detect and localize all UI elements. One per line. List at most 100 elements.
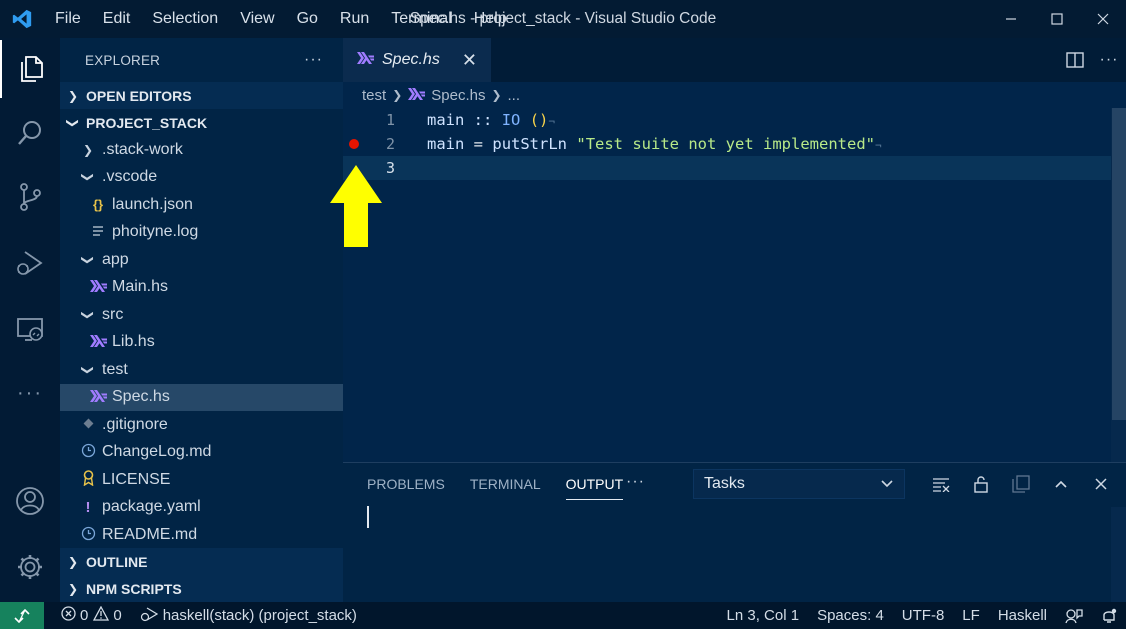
panel-more-icon[interactable]: ··· <box>626 473 645 491</box>
project-section[interactable]: ❯ PROJECT_STACK <box>60 109 343 136</box>
indentation[interactable]: Spaces: 4 <box>817 607 884 624</box>
end-of-line[interactable]: LF <box>962 607 980 624</box>
close-window-button[interactable] <box>1080 0 1126 38</box>
tree-item[interactable]: ❯ app <box>60 246 343 274</box>
tab-terminal[interactable]: TERMINAL <box>470 476 541 492</box>
explorer-more-actions-icon[interactable]: ··· <box>304 51 323 69</box>
npm-scripts-section[interactable]: ❯ NPM SCRIPTS <box>60 575 343 602</box>
outline-section[interactable]: ❯ OUTLINE <box>60 548 343 575</box>
tree-item-label: .gitignore <box>102 415 168 433</box>
clear-output-icon[interactable] <box>921 476 961 492</box>
debug-config-status[interactable]: haskell(stack) (project_stack) <box>140 606 357 626</box>
breadcrumb-more[interactable]: ... <box>508 87 521 104</box>
breadcrumb-folder[interactable]: test <box>362 87 386 104</box>
tree-item[interactable]: ChangeLog.md <box>60 439 343 467</box>
code-token: putStrLn <box>492 135 568 153</box>
breakpoint-icon[interactable] <box>349 139 359 149</box>
tree-item[interactable]: README.md <box>60 521 343 549</box>
chevron-right-icon: ❯ <box>82 142 94 157</box>
encoding[interactable]: UTF-8 <box>902 607 945 624</box>
open-log-icon[interactable] <box>1001 475 1041 493</box>
scrollbar-thumb[interactable] <box>1112 108 1126 420</box>
editor-actions: ··· <box>1058 38 1126 82</box>
menu-run[interactable]: Run <box>329 0 380 38</box>
menu-edit[interactable]: Edit <box>92 0 142 38</box>
split-editor-icon[interactable] <box>1058 52 1092 68</box>
tree-item[interactable]: ❯ .vscode <box>60 164 343 192</box>
remote-indicator-icon[interactable] <box>0 602 44 629</box>
run-debug-icon[interactable] <box>0 234 60 292</box>
editor-tabs: Spec.hs ✕ ··· <box>343 38 1126 82</box>
open-editors-section[interactable]: ❯ OPEN EDITORS <box>60 82 343 109</box>
menu-go[interactable]: Go <box>286 0 329 38</box>
output-channel-select[interactable]: Tasks <box>693 469 905 499</box>
tree-item[interactable]: ! package.yaml <box>60 494 343 522</box>
haskell-icon <box>90 389 107 405</box>
code-editor[interactable]: 1 main :: IO ()¬ 2 main = putStrLn "Test… <box>343 108 1126 462</box>
tree-item[interactable]: Main.hs <box>60 274 343 302</box>
maximize-button[interactable] <box>1034 0 1080 38</box>
breadcrumb-file[interactable]: Spec.hs <box>431 87 485 104</box>
code-token: :: <box>473 111 493 129</box>
tab-close-icon[interactable]: ✕ <box>462 50 477 71</box>
minimize-button[interactable] <box>988 0 1034 38</box>
editor-more-actions-icon[interactable]: ··· <box>1092 51 1126 69</box>
eol-marker: ¬ <box>548 115 555 128</box>
panel-scrollbar[interactable] <box>1111 507 1126 603</box>
eol-marker: ¬ <box>874 139 882 152</box>
code-line-1: 1 main :: IO ()¬ <box>343 108 1111 132</box>
tree-item[interactable]: {} launch.json <box>60 191 343 219</box>
tree-item[interactable]: ❯ test <box>60 356 343 384</box>
chevron-right-icon: ❯ <box>67 581 79 596</box>
debug-config-label: haskell(stack) (project_stack) <box>162 607 357 624</box>
cursor-position[interactable]: Ln 3, Col 1 <box>727 607 800 624</box>
code-token: = <box>473 135 484 153</box>
account-icon[interactable] <box>0 472 60 530</box>
notifications-bell-icon[interactable] <box>1101 608 1117 624</box>
tree-item-label: .vscode <box>102 168 158 186</box>
tree-item[interactable]: ❯ .stack-work <box>60 136 343 164</box>
menu-file[interactable]: File <box>44 0 92 38</box>
tree-item[interactable]: phoityne.log <box>60 219 343 247</box>
tree-item[interactable]: Lib.hs <box>60 329 343 357</box>
chevron-down-icon: ❯ <box>66 117 80 128</box>
chevron-down-icon <box>880 476 894 495</box>
menu-view[interactable]: View <box>229 0 285 38</box>
problems-status[interactable]: 0 0 <box>61 605 122 625</box>
license-icon <box>80 470 96 489</box>
lock-scroll-icon[interactable] <box>961 475 1001 493</box>
tab-output[interactable]: OUTPUT <box>565 476 623 500</box>
tree-item[interactable]: LICENSE <box>60 466 343 494</box>
feedback-icon[interactable] <box>1065 608 1083 624</box>
editor-scrollbar[interactable] <box>1111 108 1126 462</box>
tab-problems[interactable]: PROBLEMS <box>367 476 445 492</box>
tree-item[interactable]: .gitignore <box>60 411 343 439</box>
chevron-down-icon: ❯ <box>81 172 95 183</box>
source-control-icon[interactable] <box>0 168 60 226</box>
settings-gear-icon[interactable] <box>0 538 60 596</box>
tab-label: Spec.hs <box>382 51 440 68</box>
menu-terminal[interactable]: Terminal <box>380 0 462 38</box>
tab-spec-hs[interactable]: Spec.hs ✕ <box>343 38 491 82</box>
language-mode[interactable]: Haskell <box>998 607 1047 624</box>
menu-selection[interactable]: Selection <box>141 0 229 38</box>
menu-help[interactable]: Help <box>463 0 518 38</box>
search-icon[interactable] <box>0 104 60 162</box>
tree-item-label: Spec.hs <box>112 388 170 406</box>
tree-item[interactable]: Spec.hs <box>60 383 343 411</box>
tree-item-label: ChangeLog.md <box>102 443 212 461</box>
code-line-2: 2 main = putStrLn "Test suite not yet im… <box>343 132 1111 156</box>
tree-item[interactable]: ❯ src <box>60 301 343 329</box>
chevron-right-icon: ❯ <box>67 554 79 569</box>
window-controls <box>988 0 1126 38</box>
close-panel-icon[interactable] <box>1081 478 1121 490</box>
maximize-panel-icon[interactable] <box>1041 477 1081 491</box>
code-token: IO <box>501 111 521 129</box>
tree-item-label: package.yaml <box>102 498 201 516</box>
tree-item-label: README.md <box>102 525 198 543</box>
file-tree: ❯ .stack-work ❯ .vscode {} launch.json phoityn… <box>60 136 343 549</box>
yaml-icon: ! <box>85 498 91 516</box>
explorer-icon[interactable] <box>0 40 60 98</box>
remote-explorer-icon[interactable] <box>0 300 60 358</box>
more-views-icon[interactable]: ··· <box>0 364 60 422</box>
